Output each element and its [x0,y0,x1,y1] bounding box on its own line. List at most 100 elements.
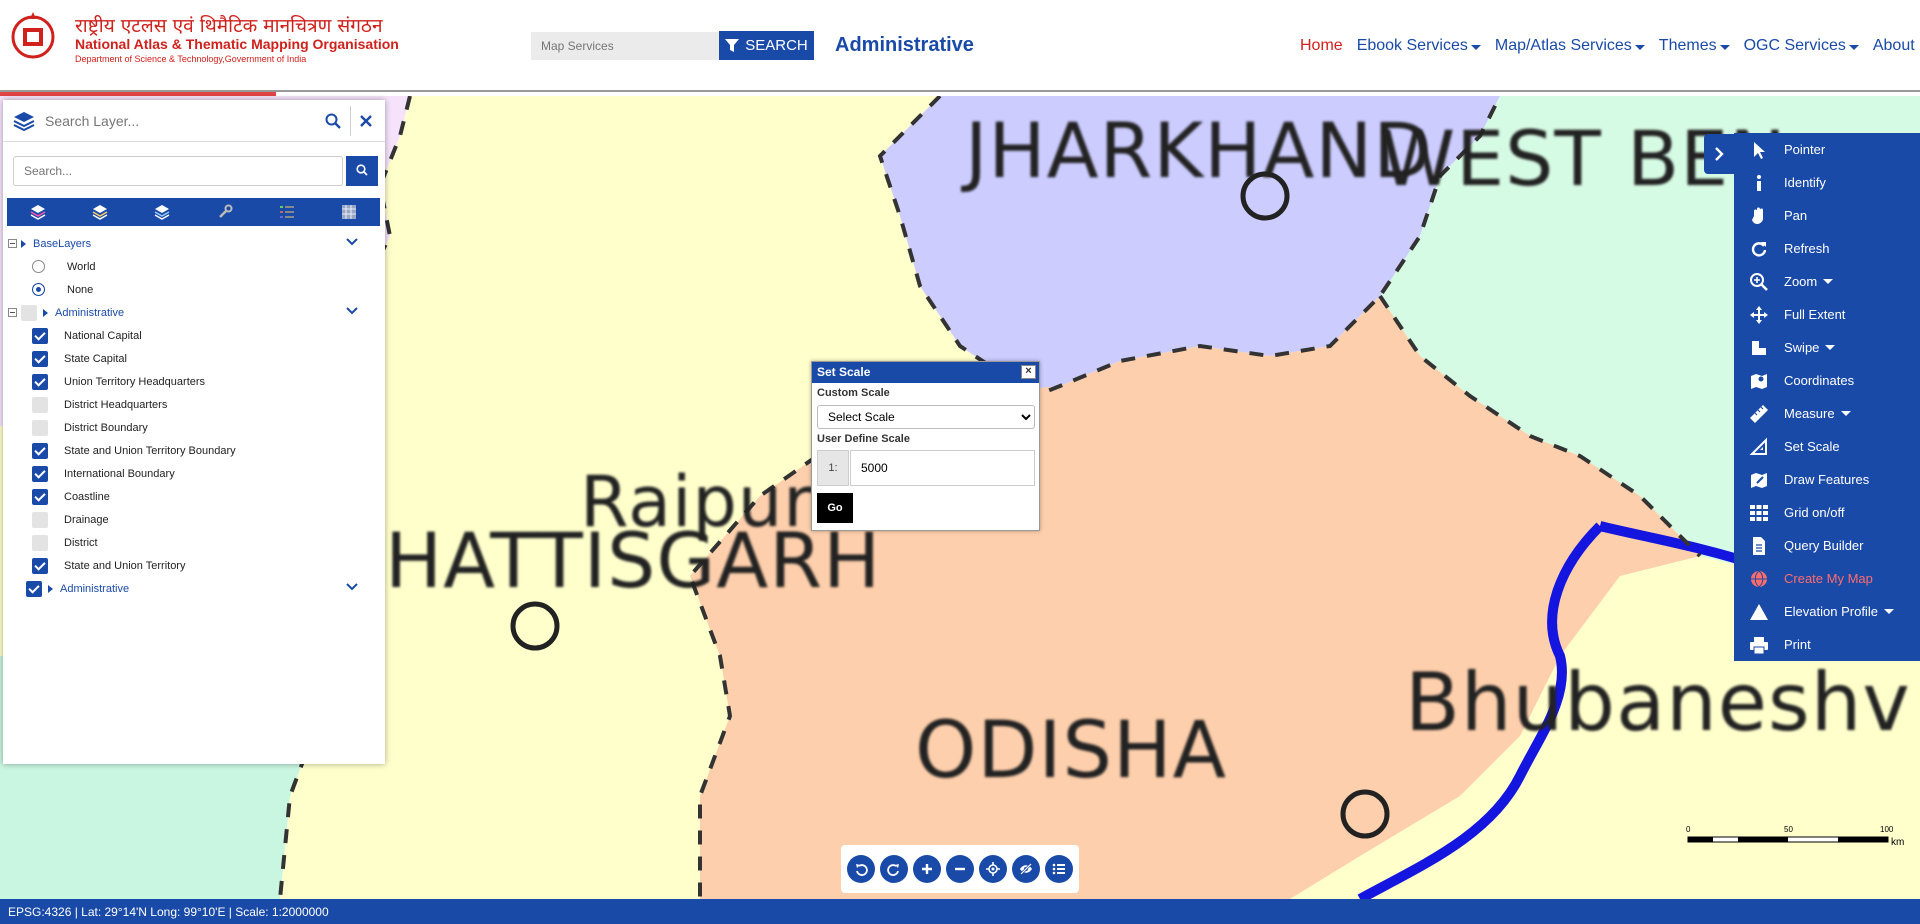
tab-layers-2[interactable] [69,198,131,226]
baselayer-option-none[interactable]: None [8,278,380,301]
nav-home[interactable]: Home [1300,37,1343,55]
custom-scale-select[interactable]: Select Scale [817,405,1035,429]
zoom-out-icon [955,867,965,871]
tool-print[interactable]: Print [1734,628,1920,661]
collapse-icon[interactable] [8,308,17,317]
group-checkbox[interactable] [26,580,42,597]
layer-checkbox[interactable] [32,488,48,505]
tool-set-scale[interactable]: Set Scale [1734,430,1920,463]
status-bar: EPSG:4326 | Lat: 29°14'N Long: 99°10'E |… [0,899,1920,924]
tool-create-my-map[interactable]: Create My Map [1734,562,1920,595]
tool-coordinates[interactable]: Coordinates [1734,364,1920,397]
tool-label: Refresh [1784,241,1830,256]
chevron-down-icon[interactable] [346,583,358,591]
layer-checkbox[interactable] [32,396,48,413]
refresh-icon [1748,239,1770,259]
tool-grid-on-off[interactable]: Grid on/off [1734,496,1920,529]
layer-filter-button[interactable] [346,156,378,186]
scale-tick-100: 100 [1880,825,1894,834]
layer-checkbox[interactable] [32,419,48,436]
group-checkbox[interactable] [21,304,37,321]
tab-legend[interactable] [256,198,318,226]
close-icon[interactable]: × [1021,365,1036,379]
go-button[interactable]: Go [817,493,853,523]
hide-button[interactable] [1012,855,1040,883]
tab-layers-3[interactable] [131,198,193,226]
layer-label: Coastline [64,490,110,503]
layer-filter-input[interactable] [13,156,343,186]
layer-item[interactable]: State Capital [8,347,380,370]
ruler-icon [1748,404,1770,424]
tab-tools[interactable] [194,198,256,226]
layer-checkbox[interactable] [32,327,48,344]
layer-checkbox[interactable] [32,373,48,390]
collapse-icon[interactable] [8,239,17,248]
tool-zoom[interactable]: Zoom [1734,265,1920,298]
layer-checkbox[interactable] [32,534,48,551]
tool-swipe[interactable]: Swipe [1734,331,1920,364]
search-button[interactable]: SEARCH [719,31,814,60]
tab-grid[interactable] [318,198,380,226]
chevron-down-icon[interactable] [346,238,358,246]
nav-ogc-services[interactable]: OGC Services [1744,37,1859,55]
list-button[interactable] [1045,855,1073,883]
zoom-in-button[interactable] [913,855,941,883]
tool-measure[interactable]: Measure [1734,397,1920,430]
map-services-search-input[interactable] [531,32,719,60]
tool-label: Pointer [1784,142,1826,157]
ratio-prefix: 1: [817,450,849,486]
org-name-hindi: राष्ट्रीय एटलस एवं थिमैटिक मानचित्रण संग… [75,15,383,37]
layer-checkbox[interactable] [32,511,48,528]
layer-item[interactable]: District [8,531,380,554]
layer-item[interactable]: District Headquarters [8,393,380,416]
tree-group-administrative-2[interactable]: Administrative [8,577,380,600]
layer-item[interactable]: District Boundary [8,416,380,439]
tree-group-baselayers[interactable]: BaseLayers [8,232,380,255]
zoom-out-button[interactable] [946,855,974,883]
close-icon[interactable] [360,115,372,127]
caret-down-icon [1883,609,1894,614]
tool-query-builder[interactable]: Query Builder [1734,529,1920,562]
user-scale-input[interactable] [850,450,1035,486]
layer-checkbox[interactable] [32,465,48,482]
nav-map-atlas-services[interactable]: Map/Atlas Services [1495,37,1645,55]
tool-elevation-profile[interactable]: Elevation Profile [1734,595,1920,628]
rotate-right-button[interactable] [880,855,908,883]
tool-menu-toggle[interactable] [1704,134,1734,174]
baselayer-option-world[interactable]: World [8,255,380,278]
tool-identify[interactable]: Identify [1734,166,1920,199]
move-icon [1748,305,1770,325]
tool-refresh[interactable]: Refresh [1734,232,1920,265]
layer-checkbox[interactable] [32,442,48,459]
baselayer-radio[interactable] [32,260,45,273]
tool-pan[interactable]: Pan [1734,199,1920,232]
chevron-down-icon[interactable] [346,307,358,315]
tab-layers-1[interactable] [7,198,69,226]
tree-group-administrative[interactable]: Administrative [8,301,380,324]
caret-down-icon [1840,411,1851,416]
layer-item[interactable]: National Capital [8,324,380,347]
nav-ebook-services[interactable]: Ebook Services [1357,37,1481,55]
layer-item[interactable]: Coastline [8,485,380,508]
baselayer-radio[interactable] [32,283,45,296]
layer-item[interactable]: Drainage [8,508,380,531]
tool-label: Zoom [1784,274,1818,289]
nav-about-us[interactable]: About Us [1873,37,1920,55]
layer-item[interactable]: State and Union Territory [8,554,380,577]
nav-themes[interactable]: Themes [1659,37,1730,55]
layer-item[interactable]: State and Union Territory Boundary [8,439,380,462]
dialog-header: Set Scale × [812,362,1039,383]
locate-button[interactable] [979,855,1007,883]
rotate-left-button[interactable] [847,855,875,883]
search-icon [356,163,368,176]
search-icon[interactable] [325,113,341,129]
layer-checkbox[interactable] [32,350,48,367]
tool-draw-features[interactable]: Draw Features [1734,463,1920,496]
layer-item[interactable]: International Boundary [8,462,380,485]
tool-pointer[interactable]: Pointer [1734,133,1920,166]
tool-full-extent[interactable]: Full Extent [1734,298,1920,331]
layer-item[interactable]: Union Territory Headquarters [8,370,380,393]
layer-search-input[interactable] [45,109,315,133]
search-button-label: SEARCH [745,37,808,54]
layer-checkbox[interactable] [32,557,48,574]
